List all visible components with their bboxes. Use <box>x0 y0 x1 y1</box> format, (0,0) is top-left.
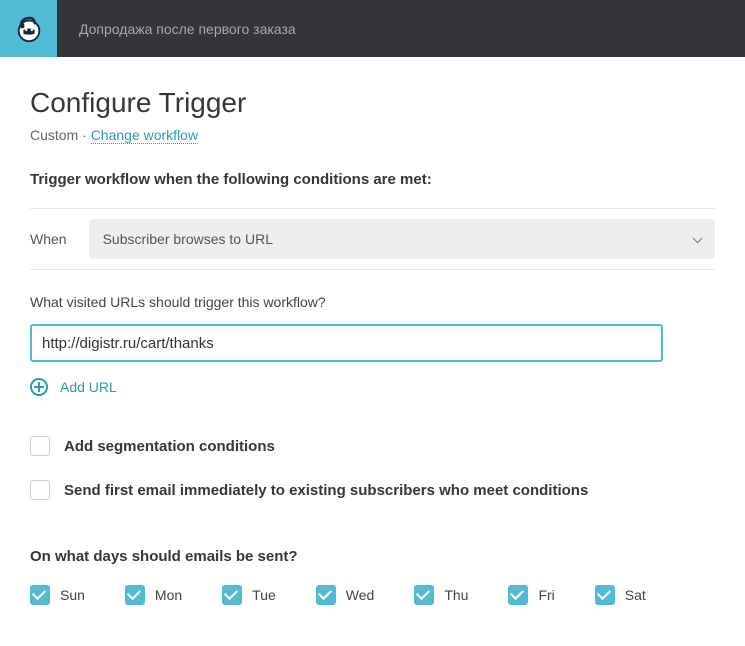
send-immediately-checkbox[interactable] <box>30 480 50 500</box>
trigger-section-title: Trigger workflow when the following cond… <box>30 171 715 188</box>
when-label: When <box>30 231 67 247</box>
url-input[interactable] <box>30 324 663 362</box>
day-checkbox[interactable] <box>414 585 434 605</box>
when-select-value: Subscriber browses to URL <box>103 231 273 247</box>
add-url-button[interactable]: Add URL <box>30 378 715 396</box>
day-checkbox[interactable] <box>595 585 615 605</box>
day-checkbox[interactable] <box>125 585 145 605</box>
day-label: Tue <box>252 587 276 603</box>
day-checkbox[interactable] <box>316 585 336 605</box>
day-label: Mon <box>155 587 182 603</box>
main-content: Configure Trigger Custom · Change workfl… <box>0 57 745 629</box>
days-title: On what days should emails be sent? <box>30 548 715 565</box>
day-checkbox[interactable] <box>30 585 50 605</box>
breadcrumb-prefix: Custom · <box>30 127 91 143</box>
day-fri[interactable]: Fri <box>508 585 554 605</box>
mailchimp-icon <box>14 14 44 44</box>
segmentation-checkbox[interactable] <box>30 436 50 456</box>
days-row: Sun Mon Tue Wed Thu Fri Sat <box>30 585 715 605</box>
segmentation-option: Add segmentation conditions <box>30 436 715 456</box>
day-label: Sat <box>625 587 646 603</box>
day-checkbox[interactable] <box>222 585 242 605</box>
page-heading: Configure Trigger <box>30 87 715 119</box>
breadcrumb: Custom · Change workflow <box>30 127 715 143</box>
day-checkbox[interactable] <box>508 585 528 605</box>
day-sat[interactable]: Sat <box>595 585 646 605</box>
segmentation-label[interactable]: Add segmentation conditions <box>64 438 275 455</box>
day-tue[interactable]: Tue <box>222 585 276 605</box>
app-header: Допродажа после первого заказа <box>0 0 745 57</box>
day-label: Thu <box>444 587 468 603</box>
day-mon[interactable]: Mon <box>125 585 182 605</box>
day-thu[interactable]: Thu <box>414 585 468 605</box>
add-url-label: Add URL <box>60 379 117 395</box>
day-label: Wed <box>346 587 375 603</box>
day-label: Fri <box>538 587 554 603</box>
logo[interactable] <box>0 0 57 57</box>
when-select[interactable]: Subscriber browses to URL <box>89 219 715 259</box>
day-wed[interactable]: Wed <box>316 585 375 605</box>
when-row: When Subscriber browses to URL <box>30 208 715 270</box>
change-workflow-link[interactable]: Change workflow <box>91 127 198 144</box>
header-title: Допродажа после первого заказа <box>57 0 296 57</box>
url-label: What visited URLs should trigger this wo… <box>30 294 715 310</box>
plus-icon <box>30 378 48 396</box>
send-immediately-label[interactable]: Send first email immediately to existing… <box>64 482 588 499</box>
day-sun[interactable]: Sun <box>30 585 85 605</box>
day-label: Sun <box>60 587 85 603</box>
send-immediately-option: Send first email immediately to existing… <box>30 480 715 500</box>
